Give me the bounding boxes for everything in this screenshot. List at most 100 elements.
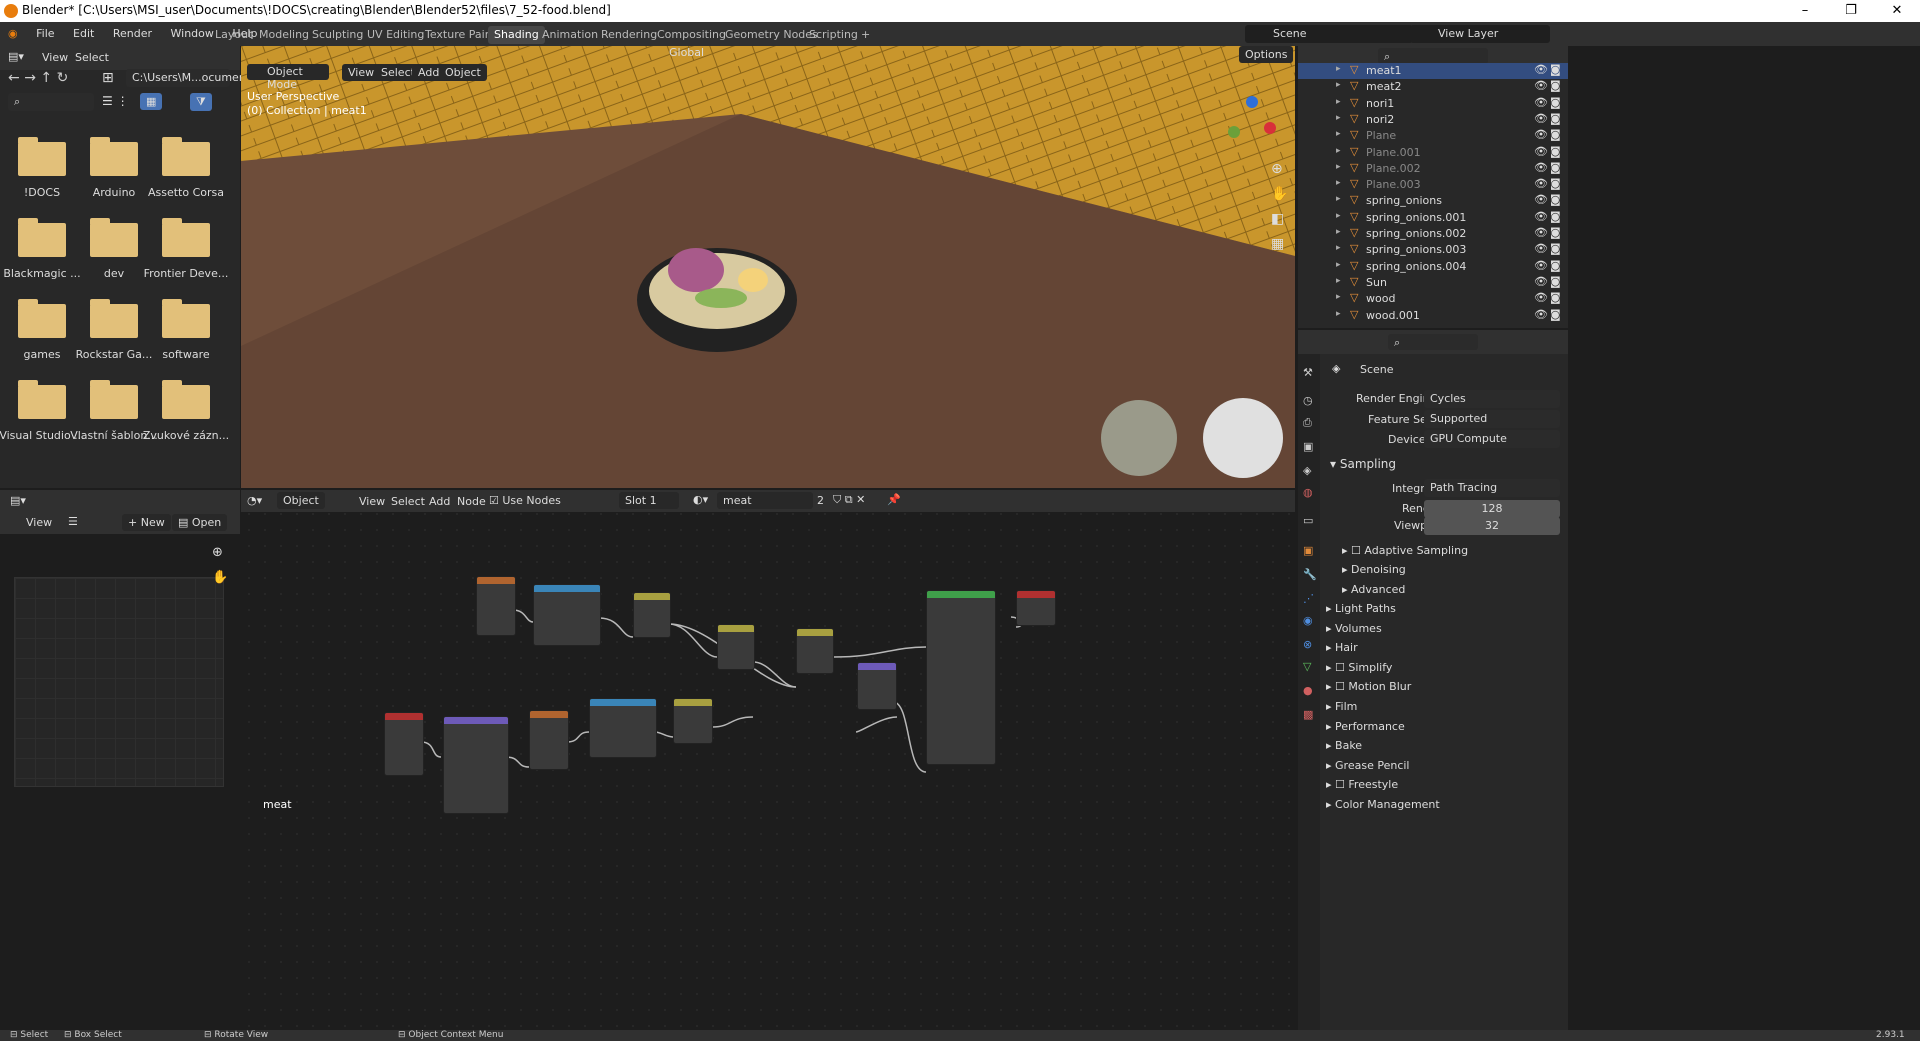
render-camera-icon[interactable]: ◙: [1550, 210, 1561, 223]
blender-menu-icon[interactable]: ◉: [8, 27, 18, 40]
expand-icon[interactable]: ▸: [1336, 227, 1341, 237]
expand-icon[interactable]: ▸: [1336, 64, 1341, 74]
data-tab-icon[interactable]: ▽: [1303, 660, 1311, 673]
object-name[interactable]: Sun: [1366, 276, 1387, 289]
panel-simplify[interactable]: ▸ ☐ Simplify: [1326, 661, 1392, 674]
editor-type-icon[interactable]: ▤▾: [8, 50, 24, 63]
visibility-eye-icon[interactable]: 👁: [1534, 308, 1548, 321]
visibility-eye-icon[interactable]: 👁: [1534, 112, 1548, 125]
view-layer-selector[interactable]: View Layer: [1410, 25, 1550, 43]
new-image-button[interactable]: + New: [122, 514, 171, 531]
integrator-dropdown[interactable]: Path Tracing: [1424, 479, 1560, 497]
visibility-eye-icon[interactable]: 👁: [1534, 177, 1548, 190]
render-samples-field[interactable]: 128: [1424, 500, 1560, 518]
constraints-tab-icon[interactable]: ⊗: [1303, 638, 1312, 651]
expand-icon[interactable]: ▸: [1336, 243, 1341, 253]
object-name[interactable]: meat1: [1366, 64, 1402, 77]
render-camera-icon[interactable]: ◙: [1550, 308, 1561, 321]
fb-search-input[interactable]: ⌕: [8, 93, 94, 111]
render-camera-icon[interactable]: ◙: [1550, 63, 1561, 76]
mode-selector[interactable]: Object Mode: [247, 64, 329, 91]
visibility-eye-icon[interactable]: 👁: [1534, 193, 1548, 206]
outliner-search-input[interactable]: ⌕: [1378, 48, 1488, 64]
color-ramp-node[interactable]: [633, 592, 671, 638]
panel-light-paths[interactable]: ▸ Light Paths: [1326, 602, 1396, 615]
noise-texture-node[interactable]: [533, 584, 601, 646]
panel-bake[interactable]: ▸ Bake: [1326, 739, 1362, 752]
fake-user-icon[interactable]: ⛉ ⧉ ✕: [833, 493, 865, 507]
z-axis-icon[interactable]: [1246, 96, 1258, 108]
particles-tab-icon[interactable]: ⋰: [1303, 592, 1314, 605]
render-tab-icon[interactable]: ◷: [1303, 394, 1313, 407]
panel-motion-blur[interactable]: ▸ ☐ Motion Blur: [1326, 680, 1411, 693]
mapping-node[interactable]: [443, 716, 509, 814]
shader-type-dropdown[interactable]: Object: [277, 492, 325, 509]
render-camera-icon[interactable]: ◙: [1550, 128, 1561, 141]
color-ramp-node-2[interactable]: [589, 698, 657, 758]
expand-icon[interactable]: ▸: [1336, 162, 1341, 172]
shader-node-editor[interactable]: ◔▾ Object View Select Add Node ☑ Use Nod…: [241, 490, 1295, 1030]
open-image-button[interactable]: ▤ Open: [172, 514, 228, 531]
output-tab-icon[interactable]: ⎙: [1303, 416, 1312, 430]
outliner-row-spring-onions-003[interactable]: ▸ ▽ spring_onions.003 👁 ◙: [1298, 242, 1568, 258]
outliner-row-wood[interactable]: ▸ ▽ wood 👁 ◙: [1298, 291, 1568, 307]
render-camera-icon[interactable]: ◙: [1550, 145, 1561, 158]
outliner-row-nori1[interactable]: ▸ ▽ nori1 👁 ◙: [1298, 96, 1568, 112]
minimize-button[interactable]: –: [1782, 0, 1828, 22]
ne-view-menu[interactable]: View: [359, 495, 385, 508]
outliner-row-plane-002[interactable]: ▸ ▽ Plane.002 👁 ◙: [1298, 161, 1568, 177]
render-camera-icon[interactable]: ◙: [1550, 193, 1561, 206]
expand-icon[interactable]: ▸: [1336, 113, 1341, 123]
modifier-tab-icon[interactable]: 🔧: [1303, 568, 1317, 581]
close-button[interactable]: ✕: [1874, 0, 1920, 22]
uv-grid[interactable]: [14, 577, 224, 787]
material-output-node[interactable]: [1016, 590, 1056, 626]
scene-selector[interactable]: Scene: [1245, 25, 1413, 43]
view-layer-tab-icon[interactable]: ▣: [1303, 440, 1313, 453]
editor-type-icon[interactable]: ◔▾: [247, 494, 262, 507]
expand-icon[interactable]: ▸: [1336, 211, 1341, 221]
transform-orientation[interactable]: Global: [669, 46, 704, 59]
object-name[interactable]: meat2: [1366, 80, 1402, 93]
x-axis-icon[interactable]: [1264, 122, 1276, 134]
expand-icon[interactable]: ▸: [1336, 292, 1341, 302]
menu-render[interactable]: Render: [113, 27, 152, 40]
menu-file[interactable]: File: [36, 27, 54, 40]
render-camera-icon[interactable]: ◙: [1550, 275, 1561, 288]
expand-icon[interactable]: ▸: [1336, 80, 1341, 90]
expand-icon[interactable]: ▸: [1336, 178, 1341, 188]
outliner-row-spring-onions-001[interactable]: ▸ ▽ spring_onions.001 👁 ◙: [1298, 210, 1568, 226]
outliner-row-meat1[interactable]: ▸ ▽ meat1 👁 ◙: [1298, 63, 1568, 79]
outliner-row-plane-001[interactable]: ▸ ▽ Plane.001 👁 ◙: [1298, 145, 1568, 161]
pan-hand-icon[interactable]: ✋: [1271, 186, 1288, 202]
object-name[interactable]: spring_onions: [1366, 194, 1442, 207]
ortho-grid-icon[interactable]: ▦: [1271, 236, 1284, 252]
outliner-row-spring-onions-002[interactable]: ▸ ▽ spring_onions.002 👁 ◙: [1298, 226, 1568, 242]
visibility-eye-icon[interactable]: 👁: [1534, 161, 1548, 174]
y-axis-icon[interactable]: [1228, 126, 1240, 138]
expand-icon[interactable]: ▸: [1336, 97, 1341, 107]
zoom-icon[interactable]: ⊕: [1271, 161, 1283, 177]
navigation-gizmo[interactable]: [1226, 96, 1276, 146]
properties-search-input[interactable]: ⌕: [1388, 334, 1478, 350]
feature-set-dropdown[interactable]: Supported: [1424, 410, 1560, 428]
mix-node-3[interactable]: [673, 698, 713, 744]
tab-sculpting[interactable]: Sculpting: [306, 26, 369, 44]
expand-icon[interactable]: ▸: [1336, 194, 1341, 204]
scene-tab-icon[interactable]: ◈: [1303, 464, 1311, 477]
add-workspace-button[interactable]: +: [855, 26, 876, 44]
forward-icon[interactable]: →: [24, 70, 36, 86]
outliner-row-plane[interactable]: ▸ ▽ Plane 👁 ◙: [1298, 128, 1568, 144]
texture-coordinate-node-2[interactable]: [384, 712, 424, 776]
render-camera-icon[interactable]: ◙: [1550, 112, 1561, 125]
render-camera-icon[interactable]: ◙: [1550, 177, 1561, 190]
ne-node-menu[interactable]: Node: [457, 495, 486, 508]
physics-tab-icon[interactable]: ◉: [1303, 614, 1313, 627]
back-icon[interactable]: ←: [8, 70, 20, 86]
fb-select-menu[interactable]: Select: [75, 51, 109, 64]
expand-icon[interactable]: ▸: [1336, 260, 1341, 270]
ne-select-menu[interactable]: Select: [391, 495, 425, 508]
sampling-panel-header[interactable]: ▾ Sampling: [1330, 457, 1396, 471]
outliner-row-spring-onions[interactable]: ▸ ▽ spring_onions 👁 ◙: [1298, 193, 1568, 209]
panel-freestyle[interactable]: ▸ ☐ Freestyle: [1326, 778, 1398, 791]
